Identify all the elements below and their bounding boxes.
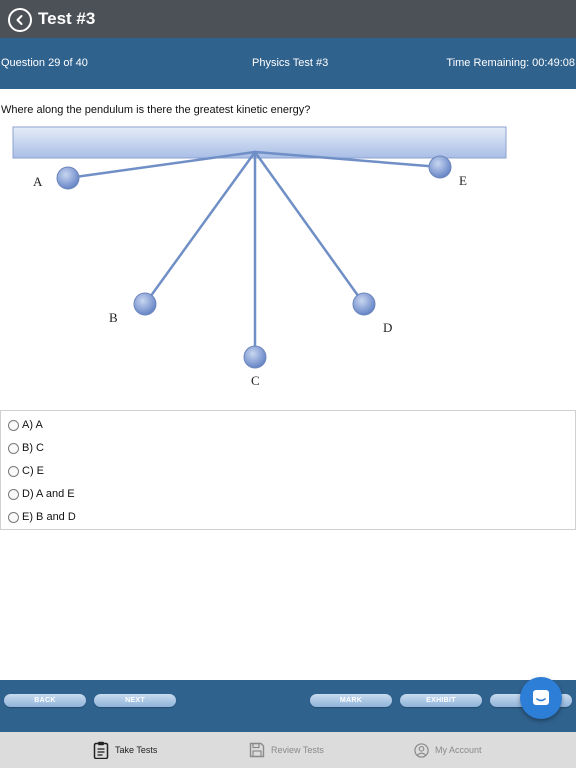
radio-button[interactable]	[8, 511, 19, 523]
answer-label: E) B and D	[22, 511, 76, 523]
answer-option-e[interactable]: E) B and D	[8, 509, 76, 525]
tab-my-account[interactable]: My Account	[414, 732, 482, 768]
answer-option-d[interactable]: D) A and E	[8, 486, 75, 502]
label-d: D	[383, 320, 392, 335]
tab-label: My Account	[435, 745, 482, 755]
user-circle-icon	[414, 742, 429, 758]
radio-button[interactable]	[8, 442, 19, 454]
answer-option-b[interactable]: B) C	[8, 440, 44, 456]
mark-button[interactable]: MARK	[310, 694, 392, 707]
test-name: Physics Test #3	[252, 57, 329, 69]
answer-label: D) A and E	[22, 488, 75, 500]
radio-button[interactable]	[8, 465, 19, 477]
answer-option-c[interactable]: C) E	[8, 463, 44, 479]
info-bar: Question 29 of 40 Physics Test #3 Time R…	[0, 38, 576, 89]
tab-label: Review Tests	[271, 745, 324, 755]
label-c: C	[251, 373, 260, 388]
next-button[interactable]: NEXT	[94, 694, 176, 707]
page-title: Test #3	[38, 9, 96, 28]
answer-list: A) A B) C C) E D) A and E E) B and D	[0, 410, 576, 530]
pendulum-bob-e	[428, 155, 452, 179]
pendulum-bob-a	[56, 166, 80, 190]
pendulum-bob-c	[243, 345, 267, 369]
top-bar: Test #3	[0, 0, 576, 38]
back-icon[interactable]	[8, 8, 32, 32]
tab-bar: Take Tests Review Tests My Account	[0, 732, 576, 768]
clipboard-icon	[93, 741, 109, 759]
action-bar: BACK NEXT MARK EXHIBIT R	[0, 680, 576, 732]
answer-label: A) A	[22, 419, 43, 431]
tab-label: Take Tests	[115, 745, 158, 755]
answer-label: C) E	[22, 465, 44, 477]
radio-button[interactable]	[8, 419, 19, 431]
pendulum-bob-d	[352, 292, 376, 316]
exhibit-button[interactable]: EXHIBIT	[400, 694, 482, 707]
answer-label: B) C	[22, 442, 44, 454]
pendulum-diagram: A B C D E	[12, 126, 507, 388]
save-disk-icon	[249, 742, 265, 758]
chat-button[interactable]	[520, 677, 562, 719]
time-remaining: Time Remaining: 00:49:08	[446, 57, 575, 69]
tab-take-tests[interactable]: Take Tests	[93, 732, 157, 768]
tab-review-tests[interactable]: Review Tests	[249, 732, 324, 768]
label-b: B	[109, 310, 118, 325]
back-button[interactable]: BACK	[4, 694, 86, 707]
pendulum-string-d	[253, 150, 366, 306]
question-progress: Question 29 of 40	[1, 57, 88, 69]
chat-icon	[533, 690, 549, 705]
question-text: Where along the pendulum is there the gr…	[1, 104, 311, 116]
pendulum-string-b	[143, 150, 257, 306]
radio-button[interactable]	[8, 488, 19, 500]
pendulum-bob-b	[133, 292, 157, 316]
label-e: E	[459, 173, 467, 188]
label-a: A	[33, 174, 43, 189]
answer-option-a[interactable]: A) A	[8, 417, 43, 433]
